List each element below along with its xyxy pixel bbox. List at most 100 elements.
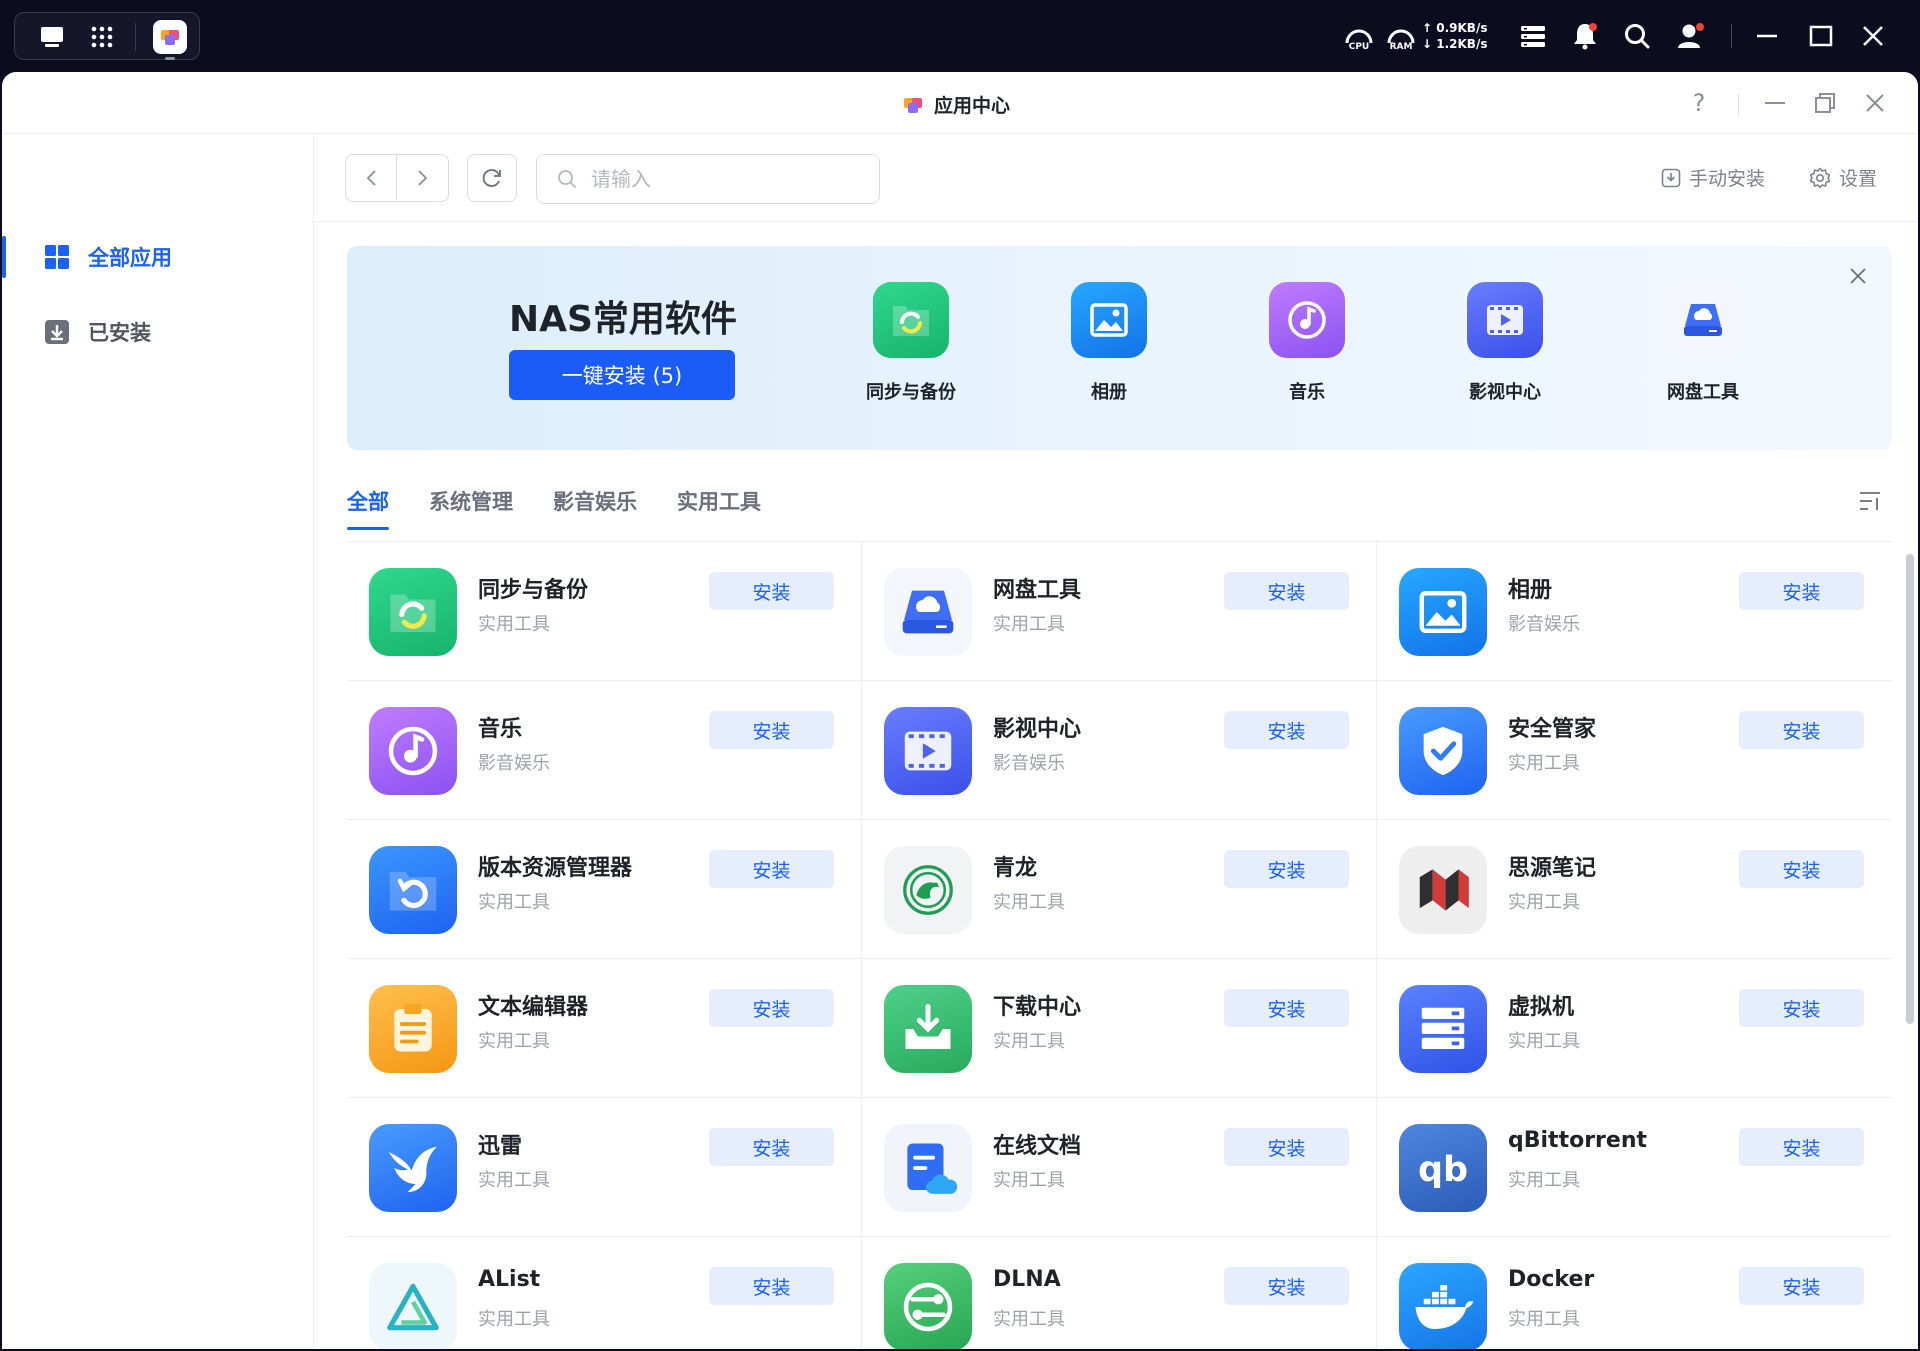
forward-button[interactable] (397, 155, 448, 201)
maximize-window-button[interactable] (1806, 18, 1836, 54)
install-button[interactable]: 安装 (1224, 850, 1349, 888)
install-button[interactable]: 安装 (1739, 1128, 1864, 1166)
global-search-button[interactable] (1622, 18, 1652, 54)
banner-title: NAS常用软件 (509, 299, 737, 340)
app-card[interactable]: DLNA 实用工具 安装 (862, 1237, 1377, 1349)
help-button[interactable]: ? (1682, 86, 1716, 120)
docker-icon (1399, 1263, 1487, 1349)
close-icon (1863, 26, 1883, 46)
banner-app-video[interactable]: 影视中心 (1440, 282, 1570, 404)
tab-all[interactable]: 全部 (347, 474, 389, 530)
install-button[interactable]: 安装 (1224, 711, 1349, 749)
minimize-all-button[interactable] (1752, 18, 1782, 54)
install-button[interactable]: 安装 (1224, 572, 1349, 610)
doc-cloud-icon (884, 1124, 972, 1212)
task-manager-button[interactable] (1518, 18, 1548, 54)
banner-close-button[interactable] (1842, 260, 1874, 292)
gear-icon (1809, 167, 1831, 188)
app-card[interactable]: 影视中心 影音娱乐 安装 (862, 681, 1377, 820)
app-card[interactable]: 安全管家 实用工具 安装 (1377, 681, 1892, 820)
one-click-install-button[interactable]: 一键安装 (5) (509, 350, 735, 400)
settings-button[interactable]: 设置 (1809, 164, 1877, 191)
install-button[interactable]: 安装 (709, 850, 834, 888)
list-panel-icon (1521, 26, 1545, 47)
cloud-drive-icon (1665, 282, 1741, 358)
app-card[interactable]: 网盘工具 实用工具 安装 (862, 542, 1377, 681)
download-arrow-icon: ↓ (1422, 37, 1433, 51)
sidebar-item-installed[interactable]: 已安装 (2, 305, 314, 359)
titlebar-divider (1738, 94, 1739, 116)
app-card[interactable]: 青龙 实用工具 安装 (862, 820, 1377, 959)
app-card[interactable]: Docker 实用工具 安装 (1377, 1237, 1892, 1349)
install-button[interactable]: 安装 (1739, 1267, 1864, 1305)
banner-app-music[interactable]: 音乐 (1242, 282, 1372, 404)
window-close-button[interactable] (1858, 86, 1892, 120)
window-minimize-button[interactable] (1758, 86, 1792, 120)
app-card[interactable]: 同步与备份 实用工具 安装 (347, 542, 862, 681)
app-card[interactable]: AList 实用工具 安装 (347, 1237, 862, 1349)
app-card[interactable]: 虚拟机 实用工具 安装 (1377, 959, 1892, 1098)
server-icon (1399, 985, 1487, 1073)
cpu-gauge[interactable]: CPU (1342, 18, 1376, 54)
app-category: 实用工具 (478, 1309, 550, 1330)
app-category: 实用工具 (478, 892, 550, 913)
install-button[interactable]: 安装 (1224, 1128, 1349, 1166)
install-button[interactable]: 安装 (1224, 1267, 1349, 1305)
sidebar-item-label: 已安装 (88, 321, 151, 345)
download-icon (884, 985, 972, 1073)
manual-install-button[interactable]: 手动安装 (1661, 164, 1765, 191)
app-card[interactable]: 音乐 影音娱乐 安装 (347, 681, 862, 820)
banner-app-sync[interactable]: 同步与备份 (846, 282, 976, 404)
app-launcher-button[interactable] (77, 13, 127, 61)
notifications-button[interactable] (1570, 18, 1600, 54)
install-button[interactable]: 安装 (1739, 572, 1864, 610)
app-card[interactable]: 相册 影音娱乐 安装 (1377, 542, 1892, 681)
banner-app-cloud-drive[interactable]: 网盘工具 (1638, 282, 1768, 404)
app-name: 相册 (1508, 578, 1553, 603)
sort-list-icon (1860, 492, 1880, 510)
app-card[interactable]: 在线文档 实用工具 安装 (862, 1098, 1377, 1237)
install-button[interactable]: 安装 (709, 1128, 834, 1166)
search-box[interactable] (536, 154, 880, 204)
music-icon (1269, 282, 1345, 358)
close-system-button[interactable] (1858, 18, 1888, 54)
install-button[interactable]: 安装 (1224, 989, 1349, 1027)
app-card[interactable]: 下载中心 实用工具 安装 (862, 959, 1377, 1098)
tab-utilities[interactable]: 实用工具 (677, 474, 761, 530)
user-icon (1678, 23, 1704, 48)
search-input[interactable] (591, 167, 851, 191)
install-button[interactable]: 安装 (1739, 989, 1864, 1027)
app-card[interactable]: 迅雷 实用工具 安装 (347, 1098, 862, 1237)
banner-app-photos[interactable]: 相册 (1044, 282, 1174, 404)
taskbar-app-center[interactable] (145, 13, 195, 61)
install-button[interactable]: 安装 (709, 1267, 834, 1305)
install-button[interactable]: 安装 (709, 572, 834, 610)
minimize-icon (1757, 34, 1777, 38)
manual-install-label: 手动安装 (1689, 168, 1766, 190)
network-speed[interactable]: ↑ 0.9KB/s ↓ 1.2KB/s (1422, 20, 1487, 52)
siyuan-icon (1399, 846, 1487, 934)
install-button[interactable]: 安装 (1739, 711, 1864, 749)
thunder-bird-icon (369, 1124, 457, 1212)
sync-icon (369, 568, 457, 656)
app-card[interactable]: 版本资源管理器 实用工具 安装 (347, 820, 862, 959)
window-restore-button[interactable] (1808, 86, 1842, 120)
desktop-button[interactable] (27, 13, 77, 61)
install-button[interactable]: 安装 (709, 711, 834, 749)
scrollbar[interactable] (1906, 554, 1914, 1024)
install-button[interactable]: 安装 (1739, 850, 1864, 888)
user-button[interactable] (1674, 18, 1708, 54)
back-button[interactable] (346, 155, 398, 201)
app-card[interactable]: 思源笔记 实用工具 安装 (1377, 820, 1892, 959)
tab-system[interactable]: 系统管理 (429, 474, 513, 530)
refresh-button[interactable] (467, 154, 517, 202)
sort-button[interactable] (1855, 486, 1885, 516)
sidebar-item-all-apps[interactable]: 全部应用 (2, 230, 314, 284)
install-button[interactable]: 安装 (709, 989, 834, 1027)
ram-gauge[interactable]: RAM (1384, 18, 1418, 54)
install-box-icon (1661, 168, 1681, 187)
tab-media[interactable]: 影音娱乐 (553, 474, 637, 530)
app-name: 同步与备份 (478, 578, 589, 603)
app-card[interactable]: 文本编辑器 实用工具 安装 (347, 959, 862, 1098)
app-card[interactable]: qb qBittorrent 实用工具 安装 (1377, 1098, 1892, 1237)
